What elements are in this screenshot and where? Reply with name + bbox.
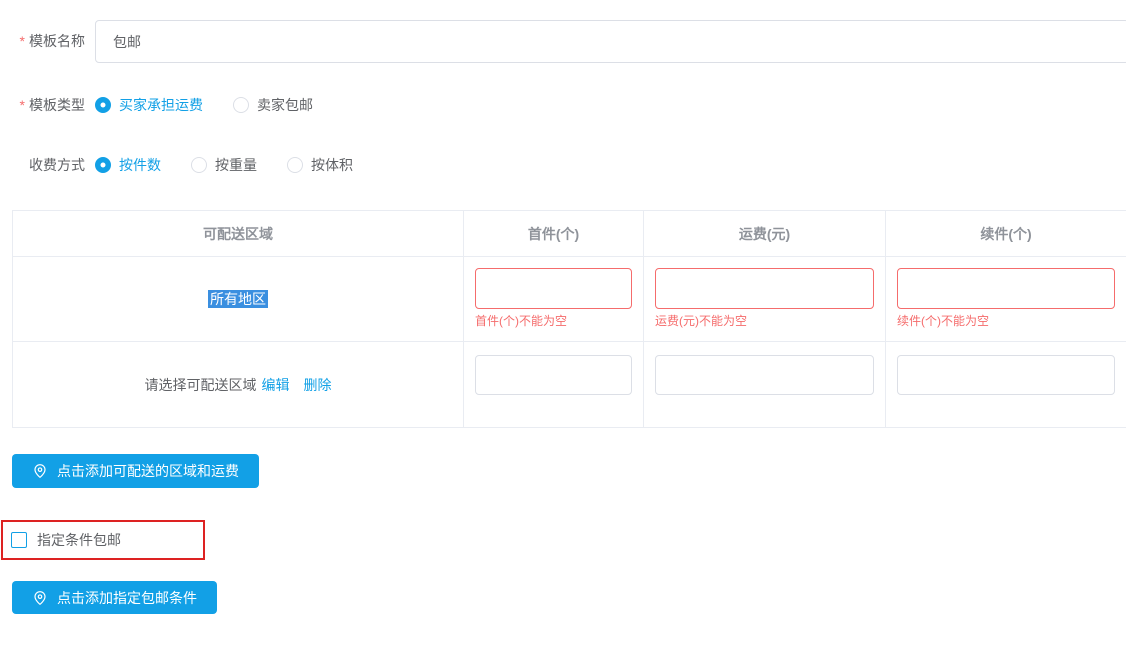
first-item-cell [464, 342, 644, 428]
add-region-button-label: 点击添加可配送的区域和运费 [57, 461, 239, 481]
header-additional-item: 续件(个) [886, 211, 1126, 257]
first-item-input[interactable] [475, 268, 632, 309]
all-regions-link[interactable]: 所有地区 [208, 290, 268, 308]
header-delivery-area: 可配送区域 [13, 211, 464, 257]
additional-item-input[interactable] [897, 268, 1115, 309]
radio-option-by-weight[interactable]: 按重量 [191, 155, 257, 175]
shipping-fee-input[interactable] [655, 355, 874, 395]
shipping-fee-cell [644, 342, 886, 428]
radio-unselected-icon[interactable] [287, 157, 303, 173]
additional-item-cell: 续件(个)不能为空 [886, 257, 1126, 342]
template-name-input[interactable] [95, 20, 1126, 63]
table-header-row: 可配送区域 首件(个) 运费(元) 续件(个) [13, 211, 1126, 257]
shipping-fee-cell: 运费(元)不能为空 [644, 257, 886, 342]
delete-link[interactable]: 删除 [304, 377, 332, 393]
first-item-error: 首件(个)不能为空 [475, 313, 632, 329]
radio-option-label: 按件数 [119, 155, 161, 175]
first-item-cell: 首件(个)不能为空 [464, 257, 644, 342]
free-shipping-checkbox[interactable] [11, 532, 27, 548]
table-row-all-regions: 所有地区 首件(个)不能为空 运费(元)不能为空 续件(个)不能为空 [13, 257, 1126, 342]
template-type-label: *模板类型 [0, 95, 85, 115]
radio-unselected-icon[interactable] [233, 97, 249, 113]
add-region-button[interactable]: 点击添加可配送的区域和运费 [12, 454, 259, 488]
shipping-fee-table: 可配送区域 首件(个) 运费(元) 续件(个) 所有地区 首件(个)不能为空 运… [12, 210, 1126, 428]
add-condition-button-label: 点击添加指定包邮条件 [57, 588, 197, 608]
fee-method-label: 收费方式 [0, 155, 85, 175]
additional-item-input[interactable] [897, 355, 1115, 395]
required-asterisk: * [20, 97, 25, 113]
add-condition-button[interactable]: 点击添加指定包邮条件 [12, 581, 217, 614]
template-type-row: *模板类型 买家承担运费 卖家包邮 [0, 95, 1126, 115]
radio-option-seller-free[interactable]: 卖家包邮 [233, 95, 313, 115]
template-type-label-text: 模板类型 [29, 97, 85, 113]
select-region-text: 请选择可配送区域 [145, 377, 257, 393]
fee-method-label-text: 收费方式 [29, 157, 85, 173]
radio-selected-icon[interactable] [95, 97, 111, 113]
additional-item-cell [886, 342, 1126, 428]
fee-method-row: 收费方式 按件数 按重量 按体积 [0, 155, 1126, 175]
radio-option-label: 买家承担运费 [119, 95, 203, 115]
header-shipping-fee: 运费(元) [644, 211, 886, 257]
fee-method-radio-group: 按件数 按重量 按体积 [95, 155, 383, 175]
radio-option-by-volume[interactable]: 按体积 [287, 155, 353, 175]
edit-link[interactable]: 编辑 [262, 377, 290, 393]
additional-item-error: 续件(个)不能为空 [897, 313, 1115, 329]
header-first-item: 首件(个) [464, 211, 644, 257]
template-type-radio-group: 买家承担运费 卖家包邮 [95, 95, 343, 115]
region-cell: 请选择可配送区域编辑删除 [13, 342, 464, 428]
shipping-template-form: *模板名称 *模板类型 买家承担运费 卖家包邮 收费方式 按件数 按重 [0, 0, 1126, 666]
free-shipping-checkbox-label: 指定条件包邮 [37, 530, 121, 550]
table-row-select-region: 请选择可配送区域编辑删除 [13, 342, 1126, 428]
region-cell: 所有地区 [13, 257, 464, 342]
radio-selected-icon[interactable] [95, 157, 111, 173]
radio-option-label: 按重量 [215, 155, 257, 175]
radio-option-by-count[interactable]: 按件数 [95, 155, 161, 175]
template-name-label-text: 模板名称 [29, 33, 85, 49]
location-pin-icon [32, 463, 48, 479]
template-name-row: *模板名称 [0, 20, 1126, 63]
radio-option-label: 卖家包邮 [257, 95, 313, 115]
template-name-label: *模板名称 [0, 20, 85, 63]
required-asterisk: * [20, 33, 25, 49]
radio-unselected-icon[interactable] [191, 157, 207, 173]
shipping-fee-input[interactable] [655, 268, 874, 309]
location-pin-icon [32, 590, 48, 606]
first-item-input[interactable] [475, 355, 632, 395]
radio-option-label: 按体积 [311, 155, 353, 175]
radio-option-buyer-pays[interactable]: 买家承担运费 [95, 95, 203, 115]
red-highlight-box: 指定条件包邮 [1, 520, 205, 560]
shipping-fee-error: 运费(元)不能为空 [655, 313, 874, 329]
